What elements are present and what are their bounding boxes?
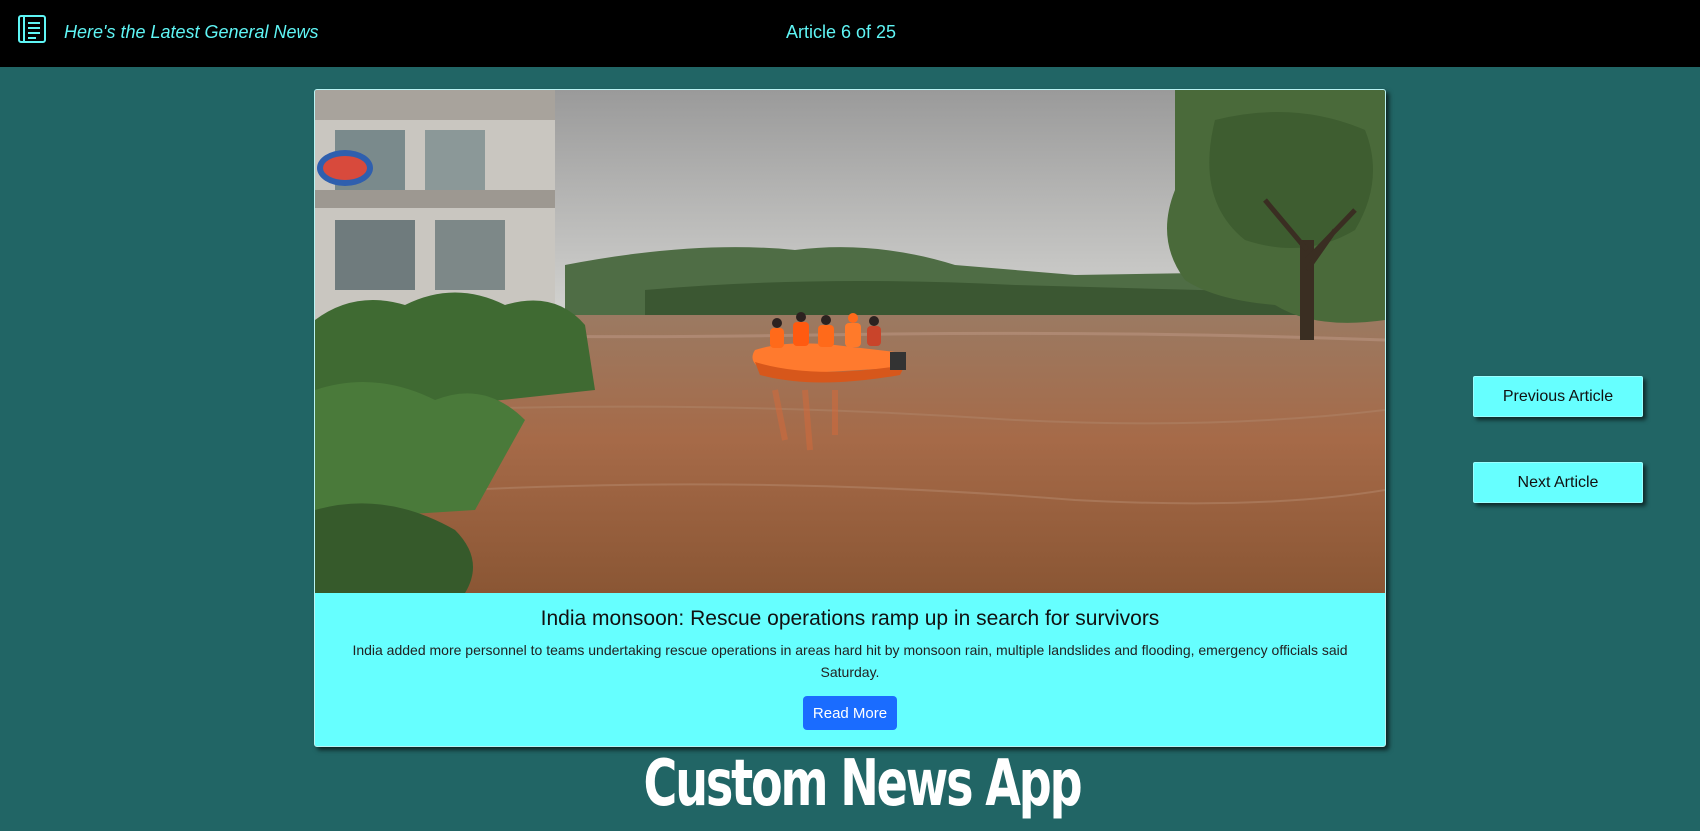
read-more-button[interactable]: Read More bbox=[803, 696, 897, 730]
article-counter: Article 6 of 25 bbox=[786, 22, 897, 42]
previous-article-button[interactable]: Previous Article bbox=[1473, 376, 1643, 417]
article-image bbox=[315, 90, 1385, 593]
newspaper-icon bbox=[18, 15, 46, 43]
article-description: India added more personnel to teams unde… bbox=[352, 642, 1348, 680]
article-card: India monsoon: Rescue operations ramp up… bbox=[314, 89, 1386, 747]
app-title: Custom News App bbox=[643, 747, 1083, 821]
article-title: India monsoon: Rescue operations ramp up… bbox=[540, 607, 1160, 630]
top-bar: Here's the Latest General News Article 6… bbox=[0, 0, 1700, 67]
page-headline: Here's the Latest General News bbox=[64, 22, 319, 42]
next-article-button[interactable]: Next Article bbox=[1473, 462, 1643, 503]
